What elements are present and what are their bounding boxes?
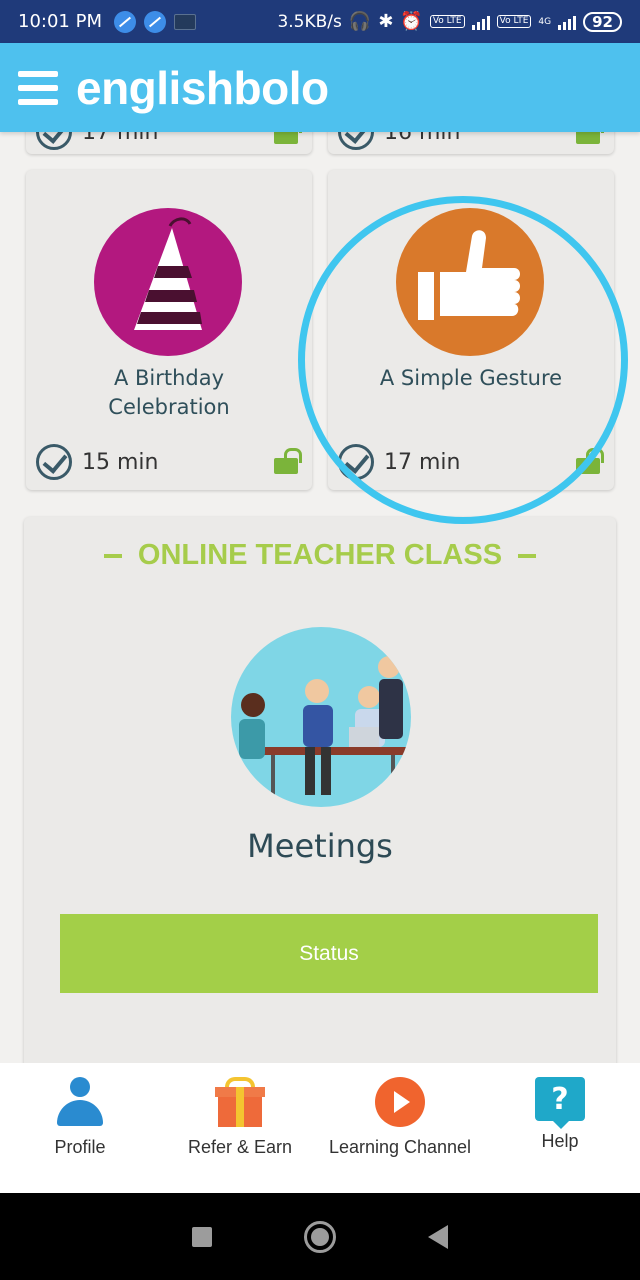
signal-icon [471,14,490,30]
hamburger-icon[interactable] [18,70,58,105]
class-title: Meetings [247,827,393,865]
network-speed: 3.5KB/s [277,11,342,32]
lesson-card-simple-gesture[interactable]: A Simple Gesture 17 min [328,170,614,490]
network-type: 4G [538,16,552,27]
bluetooth-icon: ✱ [378,11,394,32]
gift-icon [215,1077,265,1127]
status-bar: 10:01 PM 3.5KB/s 🎧 ✱ ⏰ Vo LTE Vo LTE 4G … [0,0,640,43]
volte-icon: Vo LTE [496,15,532,28]
system-navigation-bar [0,1193,640,1280]
lesson-title: A Simple Gesture [328,364,614,393]
nav-label: Profile [54,1137,106,1157]
online-teacher-class-card: ONLINE TEACHER CLASS Meetings Status [24,517,616,1077]
party-hat-icon [94,208,242,356]
notification-icon [143,10,166,33]
lesson-duration: 15 min [82,449,159,475]
app-notification-icon [173,13,196,30]
thumbs-up-icon [396,208,544,356]
notification-icon [113,10,136,33]
status-indicators: 3.5KB/s 🎧 ✱ ⏰ Vo LTE Vo LTE 4G 92 [277,11,622,32]
meeting-illustration [231,627,411,807]
nav-learning-channel[interactable]: Learning Channel [320,1063,480,1193]
nav-label: Refer & Earn [187,1137,293,1157]
bottom-navigation: Profile Refer & Earn Learning Channel ? … [0,1063,640,1193]
alarm-icon: ⏰ [400,11,423,32]
home-icon[interactable] [304,1220,336,1253]
lesson-title-line: A Simple Gesture [379,366,563,390]
signal-icon [558,14,577,30]
nav-label: Help [541,1131,579,1151]
brand-logo: englishbolo [76,61,329,114]
nav-label: Learning Channel [328,1137,472,1157]
check-icon [36,444,72,480]
lesson-card-birthday[interactable]: A Birthday Celebration 15 min [26,170,312,490]
volte-icon: Vo LTE [429,15,465,28]
lesson-title-line: Celebration [108,395,230,419]
play-icon [375,1077,425,1127]
nav-refer-earn[interactable]: Refer & Earn [160,1063,320,1193]
recent-apps-icon[interactable] [192,1226,212,1247]
section-title-text: ONLINE TEACHER CLASS [137,539,503,571]
help-icon: ? [535,1077,585,1129]
lesson-title: A Birthday Celebration [26,364,312,422]
profile-icon [55,1077,105,1127]
status-time: 10:01 PM [18,11,102,32]
back-icon[interactable] [428,1224,448,1249]
status-button[interactable]: Status [60,914,598,993]
unlock-icon [274,448,302,474]
nav-help[interactable]: ? Help [480,1063,640,1193]
headphones-icon: 🎧 [348,11,372,32]
check-icon [338,444,374,480]
unlock-icon [576,448,604,474]
nav-profile[interactable]: Profile [0,1063,160,1193]
section-title: ONLINE TEACHER CLASS [24,539,616,572]
app-bar: englishbolo [0,43,640,132]
battery-icon: 92 [583,11,622,32]
lesson-duration: 17 min [384,449,461,475]
lesson-title-line: A Birthday [113,366,225,390]
